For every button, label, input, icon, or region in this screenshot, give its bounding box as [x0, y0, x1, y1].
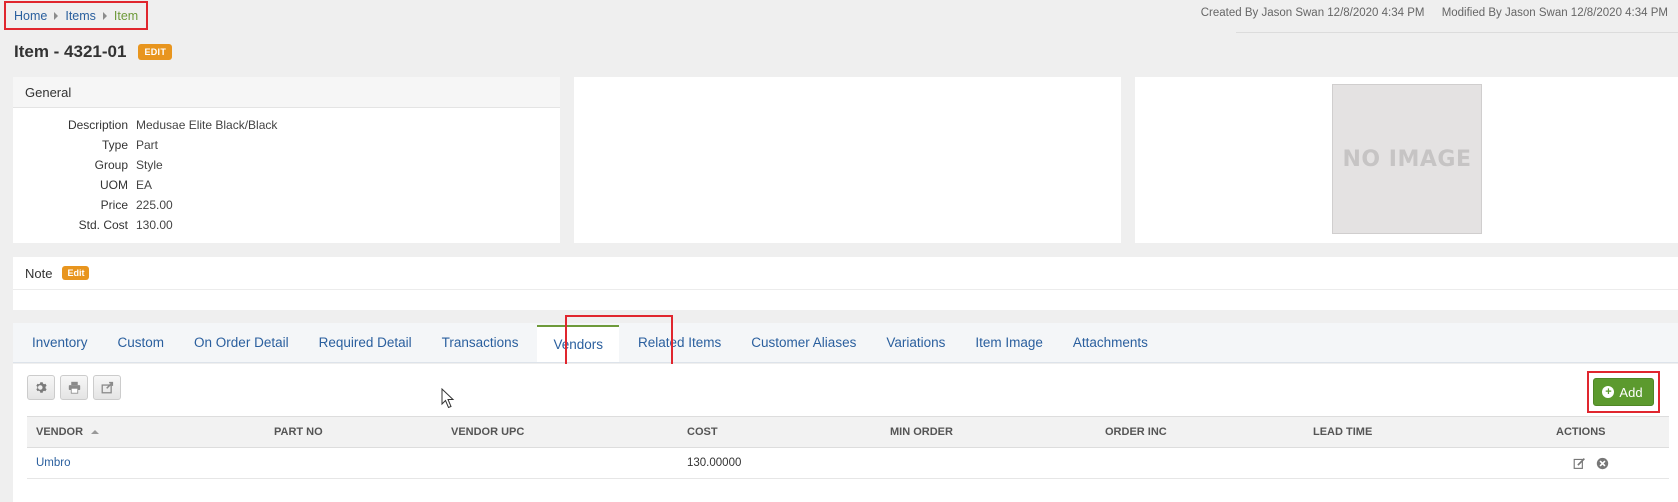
tab-variations[interactable]: Variations — [871, 323, 960, 362]
column-header-vendor[interactable]: VENDOR — [36, 417, 100, 447]
breadcrumb-current: Item — [113, 8, 139, 23]
created-by: Created By Jason Swan 12/8/2020 4:34 PM — [1200, 7, 1425, 19]
export-icon — [101, 381, 113, 394]
field-label: Group — [94, 158, 128, 172]
gear-icon — [35, 382, 47, 393]
field-value: 225.00 — [136, 198, 173, 212]
tab-attachments[interactable]: Attachments — [1058, 323, 1163, 362]
edit-note-button[interactable]: Edit — [62, 266, 90, 280]
tab-item-image[interactable]: Item Image — [960, 323, 1058, 362]
breadcrumb-items[interactable]: Items — [65, 9, 96, 23]
audit-info: Created By Jason Swan 12/8/2020 4:34 PM … — [1201, 7, 1668, 19]
tab-vendors[interactable]: Vendors — [537, 325, 619, 362]
tab-required-detail[interactable]: Required Detail — [304, 323, 427, 362]
no-image-placeholder: NO IMAGE — [1332, 84, 1482, 234]
column-header-cost[interactable]: COST — [687, 417, 718, 447]
note-header: Note Edit — [13, 257, 1678, 290]
breadcrumb-home[interactable]: Home — [14, 9, 47, 23]
add-vendor-button[interactable]: + Add — [1593, 378, 1654, 406]
image-panel: NO IMAGE — [1135, 77, 1678, 243]
vendors-grid: VENDOR PART NO VENDOR UPC COST MIN ORDER… — [27, 416, 1669, 479]
column-header-min-order[interactable]: MIN ORDER — [890, 417, 953, 447]
tab-bar: Inventory Custom On Order Detail Require… — [13, 323, 1678, 363]
tab-custom[interactable]: Custom — [103, 323, 180, 362]
column-header-part-no[interactable]: PART NO — [274, 417, 323, 447]
field-label: UOM — [100, 178, 128, 192]
tab-on-order-detail[interactable]: On Order Detail — [179, 323, 304, 362]
cell-cost: 130.00000 — [687, 457, 742, 469]
grid-toolbar — [27, 375, 121, 400]
general-heading: General — [13, 77, 560, 108]
field-label: Description — [67, 118, 128, 132]
mouse-cursor-icon — [441, 388, 455, 409]
add-button-highlight: + Add — [1587, 371, 1660, 413]
breadcrumb-separator-icon — [54, 11, 59, 20]
settings-button[interactable] — [27, 375, 55, 400]
field-uom: UOM EA — [13, 175, 560, 195]
field-group: Group Style — [13, 155, 560, 175]
field-value: EA — [136, 178, 153, 192]
field-value: Style — [136, 158, 163, 172]
modified-by: Modified By Jason Swan 12/8/2020 4:34 PM — [1441, 7, 1668, 19]
general-fields: Description Medusae Elite Black/Black Ty… — [13, 108, 560, 235]
sort-ascending-icon — [91, 430, 100, 434]
add-label: Add — [1619, 384, 1643, 400]
field-value: Medusae Elite Black/Black — [136, 118, 278, 132]
edit-icon[interactable] — [1572, 456, 1586, 470]
tab-transactions[interactable]: Transactions — [427, 323, 534, 362]
vendors-panel: + Add VENDOR PART NO VENDOR UPC COST MIN… — [13, 364, 1678, 502]
field-label: Std. Cost — [78, 218, 128, 232]
cell-actions — [1572, 448, 1618, 478]
general-panel: General Description Medusae Elite Black/… — [13, 77, 560, 243]
divider — [1236, 32, 1678, 33]
print-icon — [68, 381, 80, 394]
export-button[interactable] — [93, 375, 121, 400]
plus-circle-icon: + — [1602, 386, 1615, 398]
field-description: Description Medusae Elite Black/Black — [13, 115, 560, 135]
note-heading: Note — [25, 265, 53, 281]
field-std-cost: Std. Cost 130.00 — [13, 215, 560, 235]
column-header-actions: ACTIONS — [1556, 426, 1606, 438]
breadcrumb: Home Items Item — [4, 1, 149, 30]
tab-customer-aliases[interactable]: Customer Aliases — [736, 323, 871, 362]
field-type: Type Part — [13, 135, 560, 155]
print-button[interactable] — [60, 375, 88, 400]
tab-related-items[interactable]: Related Items — [623, 323, 736, 362]
vendor-link[interactable]: Umbro — [36, 457, 71, 469]
grid-header: VENDOR PART NO VENDOR UPC COST MIN ORDER… — [27, 416, 1669, 448]
breadcrumb-separator-icon — [102, 11, 107, 20]
column-header-order-inc[interactable]: ORDER INC — [1105, 417, 1167, 447]
note-panel: Note Edit — [13, 257, 1678, 310]
empty-panel — [574, 77, 1121, 243]
table-row: Umbro 130.00000 — [27, 448, 1669, 479]
field-value: Part — [136, 138, 159, 152]
field-value: 130.00 — [136, 218, 173, 232]
field-price: Price 225.00 — [13, 195, 560, 215]
tab-inventory[interactable]: Inventory — [17, 323, 103, 362]
title-row: Item - 4321-01 EDIT — [14, 42, 173, 62]
delete-icon[interactable] — [1595, 456, 1609, 470]
field-label: Price — [100, 198, 128, 212]
column-header-vendor-upc[interactable]: VENDOR UPC — [451, 417, 524, 447]
column-header-lead-time[interactable]: LEAD TIME — [1313, 417, 1372, 447]
page-title: Item - 4321-01 — [14, 42, 127, 61]
field-label: Type — [101, 138, 128, 152]
edit-item-button[interactable]: EDIT — [138, 44, 173, 60]
